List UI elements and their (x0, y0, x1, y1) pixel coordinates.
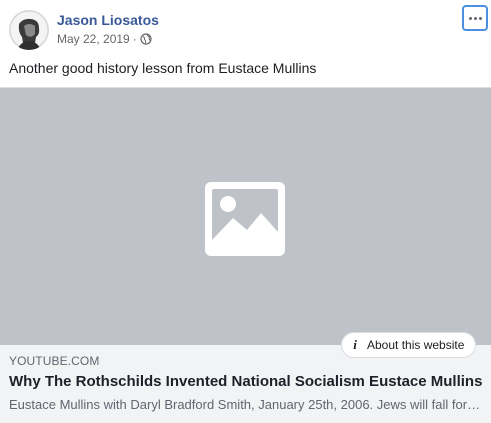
avatar[interactable] (9, 10, 49, 50)
more-options-button[interactable] (462, 5, 488, 31)
link-domain: YOUTUBE.COM (9, 354, 100, 368)
author-name[interactable]: Jason Liosatos (57, 12, 159, 28)
link-preview-image[interactable] (0, 87, 491, 345)
avatar-photo (9, 10, 49, 50)
feed-post: Jason Liosatos May 22, 2019 · Another go… (0, 0, 491, 423)
globe-icon[interactable] (140, 33, 152, 45)
info-icon: i (353, 337, 357, 352)
post-text: Another good history lesson from Eustace… (9, 60, 317, 76)
link-description: Eustace Mullins with Daryl Bradford Smit… (9, 397, 481, 412)
link-title[interactable]: Why The Rothschilds Invented National So… (9, 373, 482, 390)
post-meta: May 22, 2019 · (57, 32, 152, 46)
about-this-website-button[interactable]: i About this website (341, 332, 477, 358)
post-date[interactable]: May 22, 2019 (57, 32, 130, 46)
image-placeholder-icon (205, 182, 285, 256)
more-options-icon (468, 16, 482, 20)
meta-separator: · (132, 32, 137, 46)
about-this-website-label: About this website (367, 338, 465, 352)
